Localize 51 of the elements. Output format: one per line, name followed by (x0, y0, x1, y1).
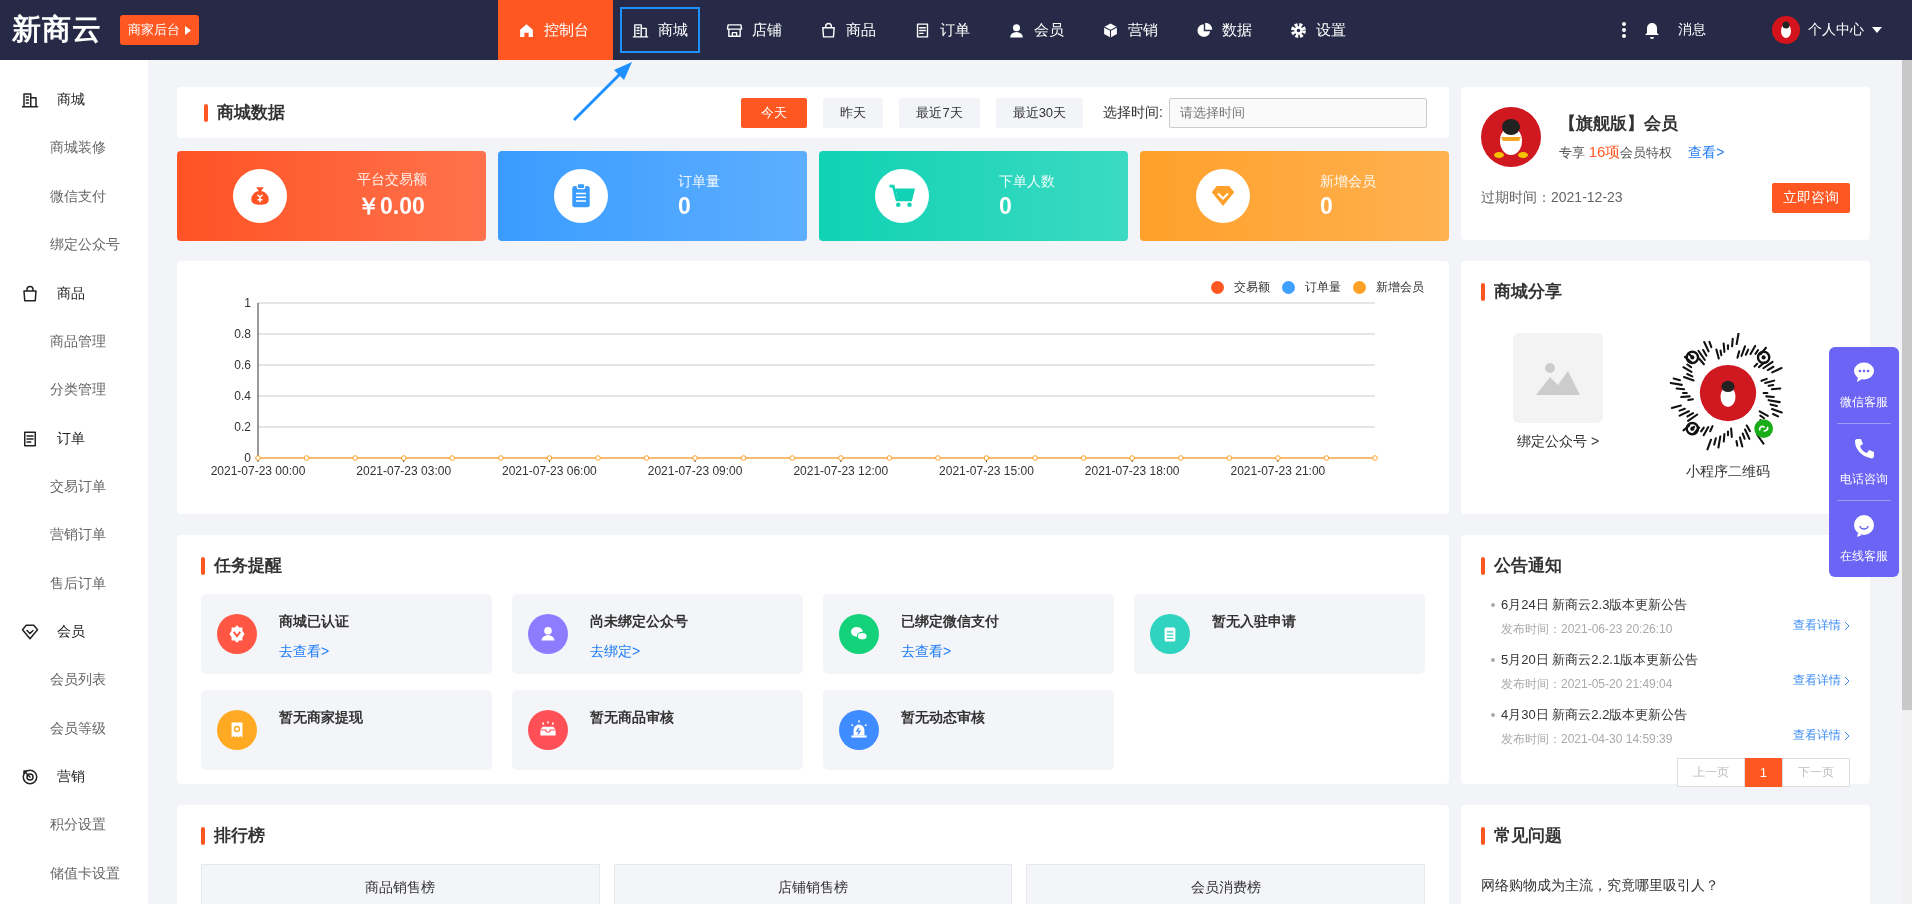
axis-tick-label: 0.6 (234, 358, 251, 372)
axis-tick-label: 0.2 (234, 420, 251, 434)
task-title: 商城已认证 (279, 613, 349, 631)
section-title: 商城分享 (1494, 281, 1562, 303)
notice-time: 发布时间：2021-05-20 21:49:04 (1500, 676, 1674, 693)
axis-tick-label: 0.8 (234, 327, 251, 341)
notice-time: 发布时间：2021-06-23 20:26:10 (1500, 621, 1674, 638)
section-title: 任务提醒 (214, 555, 282, 577)
stat-value: 0 (999, 192, 1013, 220)
axis-tick-label: 2021-07-23 03:00 (356, 464, 452, 478)
axis-tick-label: 2021-07-23 21:00 (1230, 464, 1326, 478)
stat-label: 新增会员 (1320, 172, 1376, 191)
logo: 新商云 (12, 12, 102, 47)
task-title: 暂无动态审核 (901, 709, 985, 727)
perk-text: 专享 16项会员特权 (1559, 143, 1673, 162)
section-title: 商城数据 (217, 102, 285, 124)
sidebar-section-title: 商品 (57, 284, 85, 303)
axis-tick-label: 2021-07-23 09:00 (647, 464, 743, 478)
axis-tick-label: 0 (244, 451, 251, 465)
legend-label: 新增会员 (1376, 278, 1424, 296)
axis-tick-label: 2021-07-23 00:00 (210, 464, 306, 478)
axis-tick-label: 2021-07-23 18:00 (1084, 464, 1180, 478)
axis-tick-label: 1 (244, 296, 251, 310)
sidebar-section-title: 订单 (57, 429, 85, 448)
date-label: 选择时间: (1103, 103, 1163, 122)
legend-label: 订单量 (1305, 278, 1341, 296)
section-title: 排行榜 (214, 825, 265, 847)
notice-time: 发布时间：2021-04-30 14:59:39 (1500, 731, 1674, 748)
stat-label: 订单量 (678, 172, 720, 191)
axis-tick-label: 2021-07-23 15:00 (939, 464, 1034, 478)
task-title: 已绑定微信支付 (901, 613, 999, 631)
axis-tick-label: 0.4 (234, 389, 251, 403)
stat-label: 平台交易额 (357, 170, 427, 189)
section-title: 常见问题 (1494, 825, 1562, 847)
task-title: 暂无入驻申请 (1212, 613, 1296, 631)
sidebar-section-title: 营销 (57, 768, 85, 786)
stat-value: 0 (1320, 192, 1334, 220)
sidebar-section-title: 会员 (57, 623, 85, 641)
expiry-date: 过期时间：2021-12-23 (1481, 189, 1623, 207)
stat-value: ￥0.00 (357, 191, 426, 221)
legend-label: 交易额 (1234, 278, 1270, 296)
membership-title: 【旗舰版】会员 (1559, 113, 1679, 135)
task-title: 尚未绑定公众号 (590, 613, 688, 631)
section-title: 公告通知 (1494, 555, 1562, 577)
axis-tick-label: 2021-07-23 06:00 (502, 464, 597, 478)
task-title: 暂无商品审核 (590, 709, 674, 727)
stat-label: 下单人数 (999, 172, 1055, 191)
task-title: 暂无商家提现 (279, 709, 363, 727)
sidebar-section-title: 商城 (57, 91, 85, 109)
axis-tick-label: 2021-07-23 12:00 (793, 464, 889, 478)
stat-value: 0 (678, 192, 692, 220)
